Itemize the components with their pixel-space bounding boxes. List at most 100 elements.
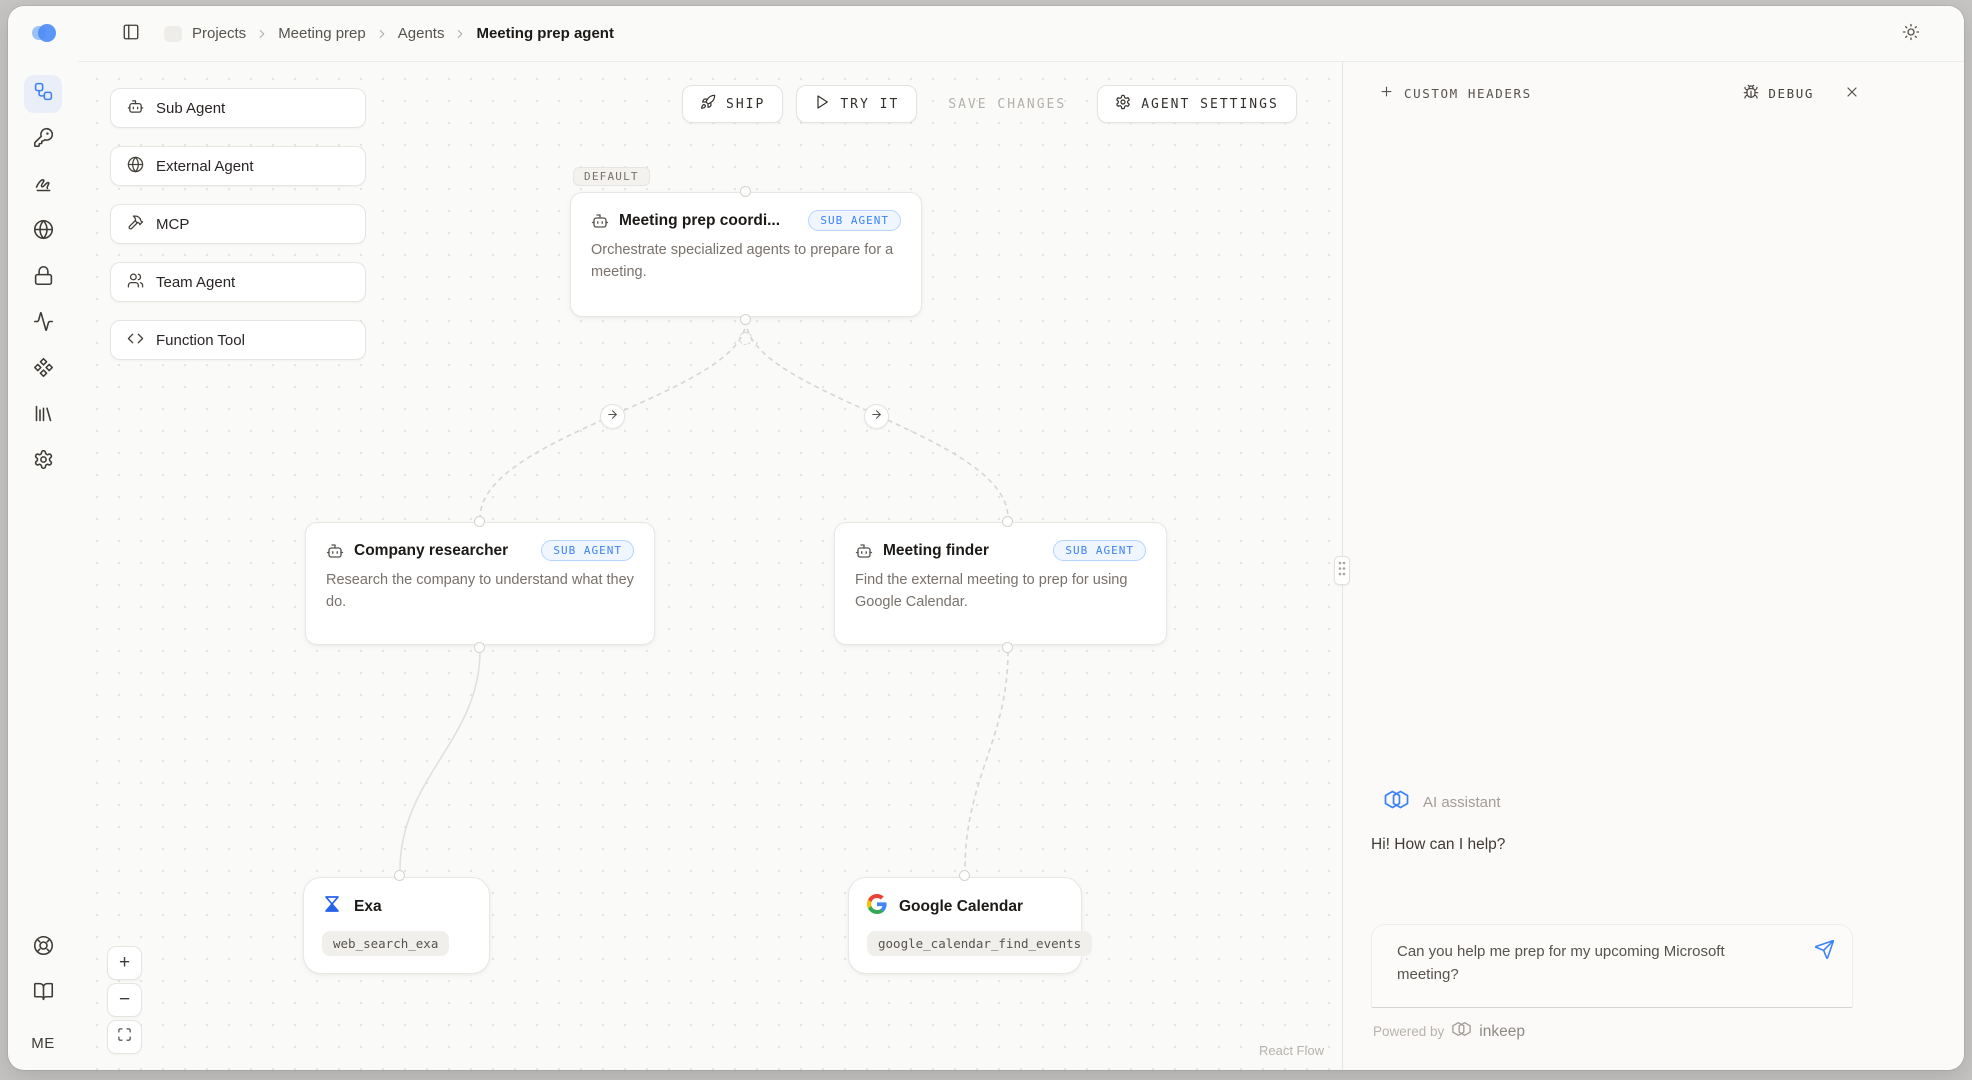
users-icon <box>127 272 144 293</box>
sidebar-toggle-button[interactable] <box>118 19 144 48</box>
hammer-icon <box>127 214 144 235</box>
key-icon <box>33 127 54 153</box>
palette-item-mcp[interactable]: MCP <box>110 204 366 244</box>
handle-finder-bottom[interactable] <box>1002 642 1013 653</box>
handle-gcal-top[interactable] <box>959 870 970 881</box>
handle-finder-top[interactable] <box>1002 516 1013 527</box>
nav-components[interactable] <box>24 351 62 389</box>
library-icon <box>33 403 54 429</box>
agent-settings-label: AGENT SETTINGS <box>1141 97 1279 112</box>
ship-button-label: SHIP <box>726 97 765 112</box>
theme-toggle-button[interactable] <box>1898 19 1924 48</box>
zoom-controls: + − <box>107 946 142 1054</box>
assistant-greeting: Hi! How can I help? <box>1371 836 1505 854</box>
node-meeting-finder[interactable]: Meeting finder SUB AGENT Find the extern… <box>834 522 1167 645</box>
palette-item-team-agent[interactable]: Team Agent <box>110 262 366 302</box>
node-company-researcher[interactable]: Company researcher SUB AGENT Research th… <box>305 522 655 645</box>
chevron-right-icon <box>255 27 269 41</box>
lock-icon <box>33 265 54 291</box>
handle-researcher-top[interactable] <box>474 516 485 527</box>
breadcrumb-item-project[interactable]: Meeting prep <box>278 25 366 42</box>
nav-credentials[interactable] <box>24 259 62 297</box>
tool-name-chip: google_calendar_find_events <box>867 931 1092 956</box>
user-avatar[interactable]: ME <box>31 1035 55 1052</box>
node-title: Google Calendar <box>899 898 1023 916</box>
palette-item-label: Sub Agent <box>156 100 225 117</box>
signature-icon <box>33 173 54 199</box>
nav-workflow[interactable] <box>24 75 62 113</box>
try-it-button[interactable]: TRY IT <box>796 85 917 123</box>
palette-item-external-agent[interactable]: External Agent <box>110 146 366 186</box>
save-changes-button[interactable]: SAVE CHANGES <box>930 85 1084 123</box>
node-google-calendar-tool[interactable]: Google Calendar google_calendar_find_eve… <box>848 877 1082 974</box>
component-icon <box>33 357 54 383</box>
handle-add-target[interactable] <box>739 332 752 345</box>
node-title: Exa <box>354 898 382 916</box>
close-panel-button[interactable] <box>1844 84 1860 103</box>
gear-icon <box>1115 94 1131 114</box>
palette-item-function-tool[interactable]: Function Tool <box>110 320 366 360</box>
zoom-out-button[interactable]: − <box>107 983 142 1017</box>
node-description: Orchestrate specialized agents to prepar… <box>591 240 901 284</box>
send-icon <box>1814 939 1835 963</box>
edge-arrow-right[interactable] <box>864 404 889 429</box>
chat-input-card: Can you help me prep for my upcoming Mic… <box>1371 924 1853 1008</box>
sub-agent-badge: SUB AGENT <box>541 540 634 561</box>
nav-library[interactable] <box>24 397 62 435</box>
panel-actions: DEBUG <box>1743 62 1860 124</box>
chat-panel: CUSTOM HEADERS DEBUG AI assistant Hi! Ho… <box>1342 62 1964 1070</box>
plus-icon <box>1379 84 1394 102</box>
custom-headers-label: CUSTOM HEADERS <box>1404 86 1532 101</box>
breadcrumb-current: Meeting prep agent <box>476 25 614 42</box>
handle-coordinator-top[interactable] <box>740 186 751 197</box>
chevron-right-icon <box>375 27 389 41</box>
node-title: Meeting prep coordi... <box>619 212 780 230</box>
inkeep-wordmark: inkeep <box>1479 1023 1525 1041</box>
node-description: Research the company to understand what … <box>326 570 634 614</box>
powered-by-label: Powered by <box>1373 1024 1444 1039</box>
palette-item-label: Team Agent <box>156 274 235 291</box>
send-button[interactable] <box>1814 939 1835 963</box>
grip-vertical-icon <box>1337 560 1347 582</box>
node-exa-tool[interactable]: Exa web_search_exa <box>303 877 490 974</box>
handle-coordinator-bottom[interactable] <box>740 314 751 325</box>
top-bar: Projects Meeting prep Agents Meeting pre… <box>78 6 1964 62</box>
fit-view-button[interactable] <box>107 1020 142 1054</box>
zoom-in-button[interactable]: + <box>107 946 142 980</box>
chat-input[interactable]: Can you help me prep for my upcoming Mic… <box>1372 925 1852 1007</box>
node-meeting-prep-coordinator[interactable]: Meeting prep coordi... SUB AGENT Orchest… <box>570 192 922 317</box>
nav-settings[interactable] <box>24 443 62 481</box>
globe-icon <box>127 156 144 177</box>
agent-settings-button[interactable]: AGENT SETTINGS <box>1097 85 1297 123</box>
flow-canvas[interactable]: Sub Agent External Agent MCP Team Agent … <box>78 62 1342 1070</box>
ship-button[interactable]: SHIP <box>682 85 783 123</box>
nav-external[interactable] <box>24 213 62 251</box>
app-window: ME Projects Meeting prep Agents Meeting … <box>8 6 1964 1070</box>
edge-arrow-left[interactable] <box>600 404 625 429</box>
try-it-button-label: TRY IT <box>840 97 899 112</box>
palette-item-sub-agent[interactable]: Sub Agent <box>110 88 366 128</box>
powered-by-row[interactable]: Powered by inkeep <box>1373 1020 1525 1043</box>
bug-icon <box>1743 84 1759 103</box>
breadcrumb-item-agents[interactable]: Agents <box>398 25 445 42</box>
sub-agent-badge: SUB AGENT <box>808 210 901 231</box>
panel-resize-grip[interactable] <box>1334 556 1350 585</box>
lifebuoy-icon <box>33 935 54 961</box>
assistant-label: AI assistant <box>1423 794 1501 811</box>
nav-signature[interactable] <box>24 167 62 205</box>
nav-activity[interactable] <box>24 305 62 343</box>
globe-icon <box>33 219 54 245</box>
breadcrumb-item-projects[interactable]: Projects <box>192 25 246 42</box>
edge-researcher-exa <box>400 651 480 870</box>
nav-help[interactable] <box>24 929 62 967</box>
debug-button[interactable]: DEBUG <box>1743 84 1814 103</box>
inkeep-logo-icon <box>1451 1020 1472 1043</box>
react-flow-attribution[interactable]: React Flow <box>1259 1043 1324 1058</box>
inkeep-logo-icon <box>1383 788 1410 816</box>
handle-researcher-bottom[interactable] <box>474 642 485 653</box>
custom-headers-button[interactable]: CUSTOM HEADERS <box>1379 84 1532 102</box>
handle-exa-top[interactable] <box>394 870 405 881</box>
save-changes-label: SAVE CHANGES <box>948 97 1066 112</box>
nav-api-keys[interactable] <box>24 121 62 159</box>
nav-docs[interactable] <box>24 975 62 1013</box>
